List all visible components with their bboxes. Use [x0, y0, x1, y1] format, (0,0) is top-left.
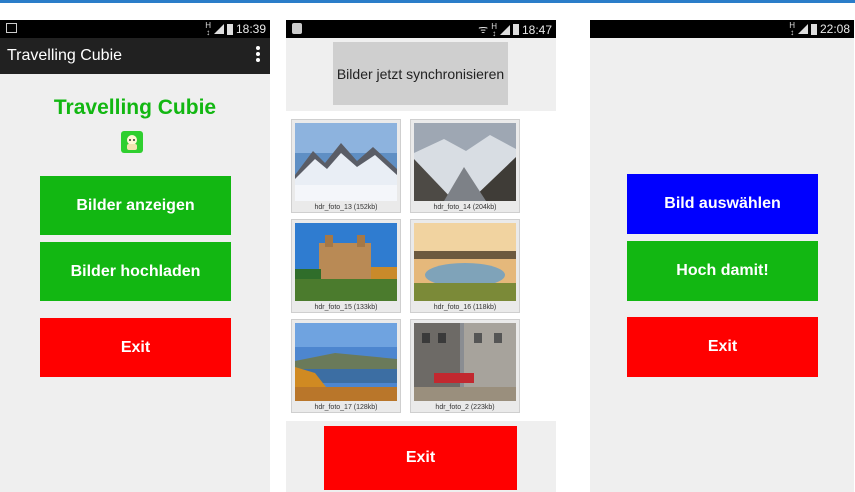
- signal-icon: [797, 24, 808, 34]
- image-caption: hdr_foto_15 (133kb): [314, 304, 378, 311]
- hspa-icon: H ↕: [205, 21, 211, 37]
- image-thumbnail[interactable]: hdr_foto_13 (152kb): [291, 119, 401, 213]
- phone-screen-main-menu: H ↕ 18:39 Travelling Cubie Travelling Cub…: [0, 20, 270, 492]
- upload-now-button[interactable]: Hoch damit!: [627, 241, 818, 301]
- exit-button[interactable]: Exit: [40, 318, 231, 377]
- image-caption: hdr_foto_13 (152kb): [314, 204, 378, 211]
- street-building-photo-icon: [414, 323, 516, 401]
- app-bar: Travelling Cubie: [0, 38, 270, 74]
- select-image-button[interactable]: Bild auswählen: [627, 174, 818, 234]
- image-thumbnail[interactable]: hdr_foto_15 (133kb): [291, 219, 401, 313]
- river-autumn-photo-icon: [295, 323, 397, 401]
- castle-photo-icon: [295, 223, 397, 301]
- status-time: 18:39: [235, 22, 266, 36]
- sync-images-button[interactable]: Bilder jetzt synchronisieren: [333, 42, 508, 105]
- battery-icon: [226, 23, 233, 35]
- wifi-icon: ᯤ: [478, 24, 489, 36]
- screenshot-icon: [6, 23, 17, 33]
- battery-icon: [810, 23, 817, 35]
- signal-icon: [499, 24, 510, 35]
- signal-icon: [213, 24, 224, 34]
- image-caption: hdr_foto_17 (128kb): [314, 404, 378, 411]
- image-grid: hdr_foto_13 (152kb) hdr_foto_14 (204kb): [286, 111, 556, 421]
- status-bar: H ↕ 22:08: [590, 20, 854, 38]
- notification-icon: [292, 23, 302, 34]
- image-caption: hdr_foto_16 (118kb): [433, 304, 497, 311]
- upload-images-button[interactable]: Bilder hochladen: [40, 242, 231, 301]
- exit-button[interactable]: Exit: [627, 317, 818, 377]
- lake-sunset-photo-icon: [414, 223, 516, 301]
- phone-screen-upload: H ↕ 22:08 Bild auswählen Hoch damit! Exit: [590, 20, 854, 492]
- mountain-valley-photo-icon: [414, 123, 516, 201]
- top-accent-line: [0, 0, 855, 3]
- image-caption: hdr_foto_2 (223kb): [435, 404, 495, 411]
- image-thumbnail[interactable]: hdr_foto_16 (118kb): [410, 219, 520, 313]
- app-bar-title: Travelling Cubie: [7, 47, 123, 64]
- mountain-snow-photo-icon: [295, 123, 397, 201]
- app-logo-icon: [121, 131, 143, 153]
- hspa-icon: H ↕: [491, 21, 497, 38]
- exit-button[interactable]: Exit: [324, 426, 517, 490]
- status-time: 18:47: [521, 22, 552, 37]
- image-thumbnail[interactable]: hdr_foto_2 (223kb): [410, 319, 520, 413]
- image-caption: hdr_foto_14 (204kb): [433, 204, 497, 211]
- overflow-menu-icon[interactable]: [256, 46, 260, 64]
- status-time: 22:08: [819, 22, 850, 36]
- page-title: Travelling Cubie: [53, 96, 217, 119]
- status-bar: H ↕ 18:39: [0, 20, 270, 38]
- status-bar: ᯤ H ↕ 18:47: [286, 20, 556, 38]
- image-thumbnail[interactable]: hdr_foto_14 (204kb): [410, 119, 520, 213]
- battery-icon: [512, 24, 519, 35]
- hspa-icon: H ↕: [789, 21, 795, 37]
- image-thumbnail[interactable]: hdr_foto_17 (128kb): [291, 319, 401, 413]
- phone-screen-gallery: ᯤ H ↕ 18:47 Bilder jetzt synchronisieren …: [286, 20, 556, 492]
- show-images-button[interactable]: Bilder anzeigen: [40, 176, 231, 235]
